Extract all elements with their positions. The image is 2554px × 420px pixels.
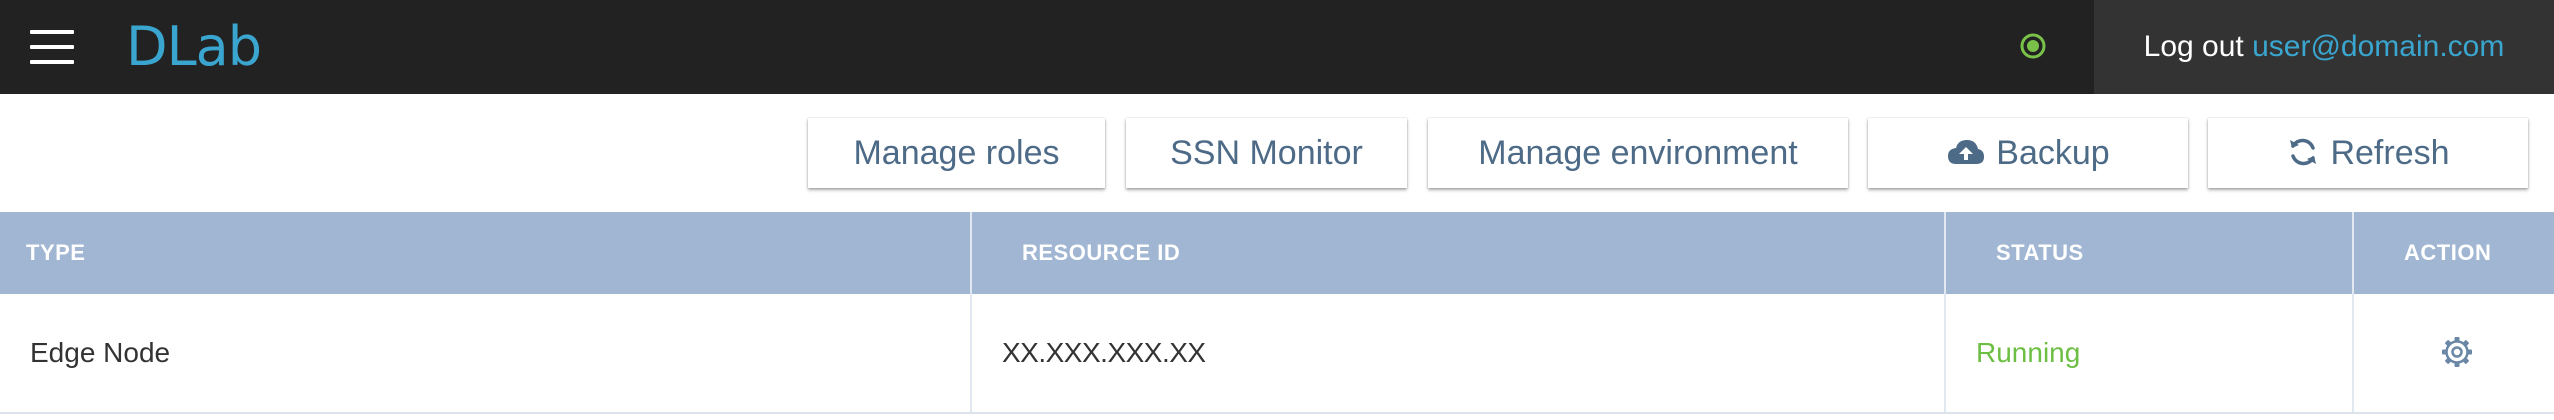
column-divider <box>1944 212 1946 412</box>
refresh-label: Refresh <box>2330 134 2450 172</box>
column-header-action[interactable]: ACTION <box>2378 212 2491 294</box>
table-row: Edge Node XX.XXX.XXX.XX Running <box>0 294 2554 414</box>
manage-environment-button[interactable]: Manage environment <box>1428 118 1848 188</box>
cell-type: Edge Node <box>30 337 171 368</box>
cell-resource-id: XX.XXX.XXX.XX <box>1002 337 1206 368</box>
user-email[interactable]: user@domain.com <box>2252 30 2504 63</box>
gear-icon[interactable] <box>2440 335 2474 369</box>
menu-hamburger-icon[interactable] <box>30 30 74 64</box>
top-navbar: DLab Log out user@domain.com <box>0 0 2554 94</box>
manage-roles-label: Manage roles <box>853 134 1060 172</box>
app-logo[interactable]: DLab <box>126 12 262 82</box>
column-header-type[interactable]: TYPE <box>0 212 85 294</box>
backup-button[interactable]: Backup <box>1868 118 2188 188</box>
manage-environment-label: Manage environment <box>1478 134 1798 172</box>
column-divider <box>970 212 972 412</box>
account-area: Log out user@domain.com <box>2094 0 2554 94</box>
health-status-icon[interactable] <box>2020 33 2046 59</box>
column-header-resource-id[interactable]: RESOURCE ID <box>996 212 1180 294</box>
manage-roles-button[interactable]: Manage roles <box>808 118 1105 188</box>
cell-status: Running <box>1976 337 2081 368</box>
refresh-icon <box>2290 138 2317 166</box>
column-divider <box>2352 212 2354 412</box>
ssn-monitor-button[interactable]: SSN Monitor <box>1126 118 1407 188</box>
backup-label: Backup <box>1996 134 2110 172</box>
refresh-button[interactable]: Refresh <box>2208 118 2528 188</box>
table-header: TYPE RESOURCE ID STATUS ACTION <box>0 212 2554 294</box>
logout-link[interactable]: Log out <box>2144 30 2244 63</box>
cloud-upload-icon <box>1948 140 1985 165</box>
column-header-status[interactable]: STATUS <box>1970 212 2084 294</box>
ssn-monitor-label: SSN Monitor <box>1170 134 1363 172</box>
